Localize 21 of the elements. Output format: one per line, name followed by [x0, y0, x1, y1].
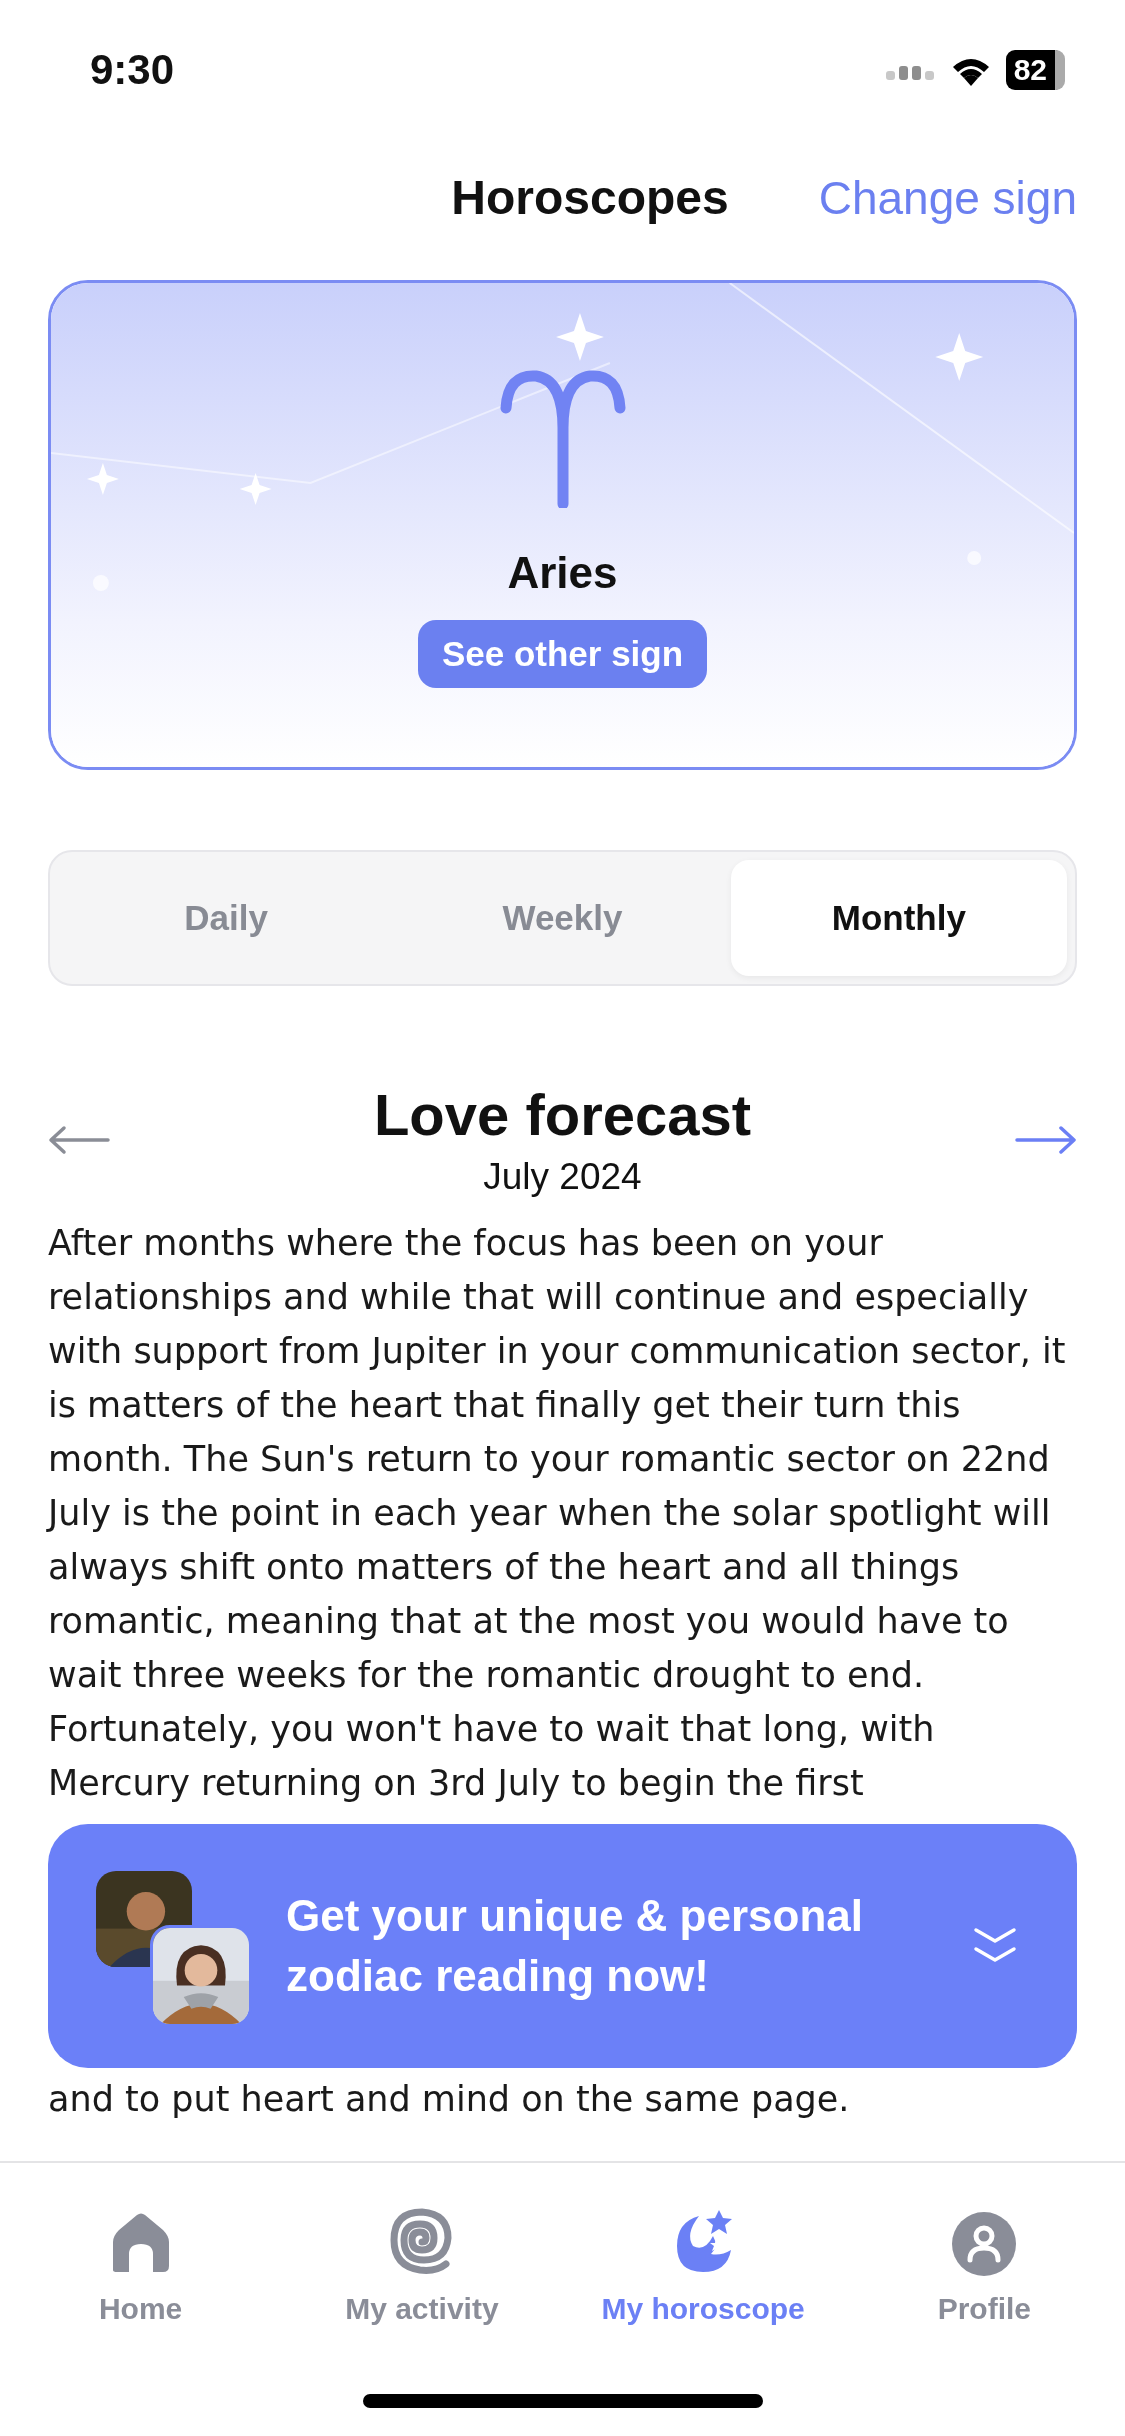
page-title: Horoscopes	[451, 170, 729, 225]
change-sign-link[interactable]: Change sign	[818, 170, 1077, 225]
forward-arrow-icon[interactable]	[1015, 1124, 1077, 1155]
status-time: 9:30	[90, 46, 175, 94]
profile-icon	[952, 2212, 1017, 2276]
period-tab[interactable]: Monthly	[730, 860, 1067, 976]
period-tab[interactable]: Daily	[58, 860, 395, 976]
see-other-sign-button[interactable]: See other sign	[417, 620, 708, 688]
reading-banner[interactable]: Get your unique & personal zodiac reading now!	[48, 1824, 1077, 2068]
tab-bar-item[interactable]: My horoscope	[562, 2163, 844, 2338]
forecast-text: After months where the focus has been on your relationships and while that will continue and especially with support from Jupiter in your communication sector, it is matters of the heart that finally get their turn this month. The Sun's return to your romantic sector on 22nd July is the point in each year when the solar spotlight will always shift onto matters of the heart and all things romantic, meaning that at the most you would have to wait three weeks for the romantic drought to end. Fortunately, you won't have to wait that long, with Mercury returning on 3rd July to begin the first	[48, 1222, 1067, 1805]
period-tab[interactable]: Weekly	[394, 860, 731, 976]
banner-text: Get your unique & personal zodiac reading now!	[286, 1890, 864, 2002]
forecast-title: Love forecast	[373, 1081, 752, 1148]
tab-bar-item[interactable]: Profile	[843, 2163, 1125, 2338]
sign-name: Aries	[507, 548, 618, 598]
forecast-period: July 2024	[483, 1156, 642, 1198]
tab-bar-item[interactable]: My activity	[281, 2163, 563, 2338]
forecast-text: and to put heart and mind on the same page.	[48, 2078, 851, 2121]
tab-bar-item[interactable]: Home	[0, 2163, 282, 2338]
battery-indicator: 82	[1005, 50, 1065, 90]
